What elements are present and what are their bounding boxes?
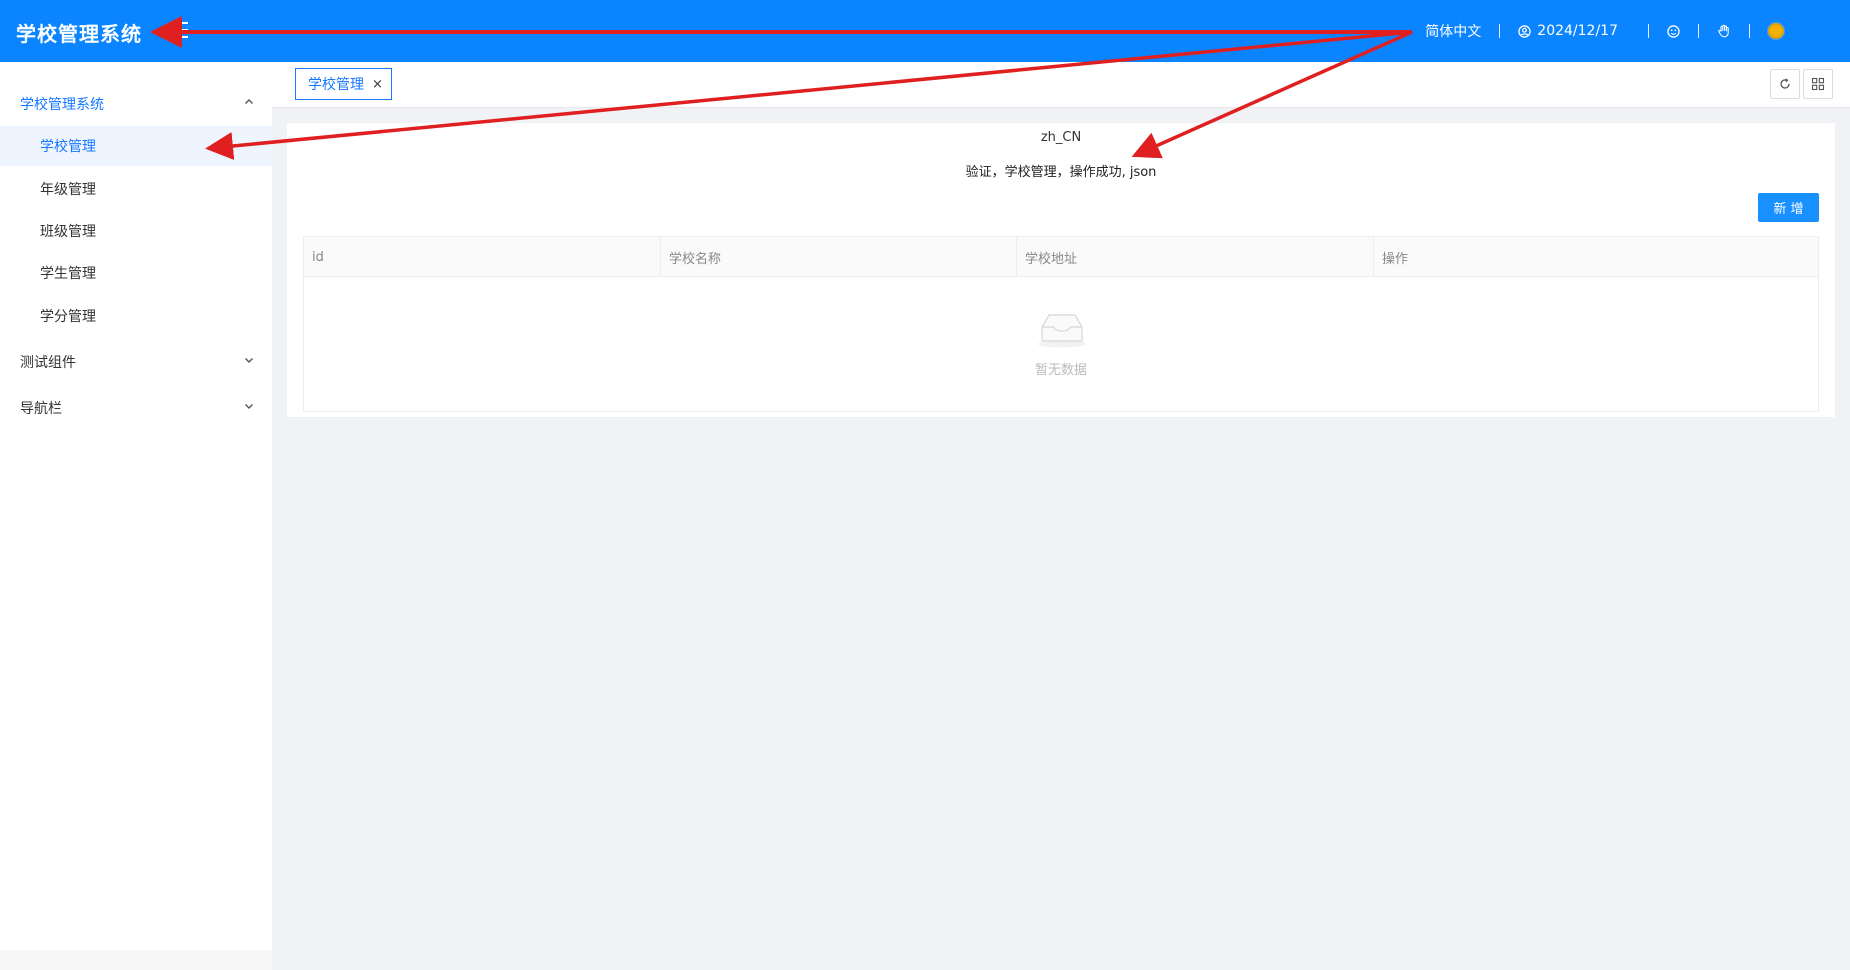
school-table: id 学校名称 学校地址 操作 暂无数据	[303, 236, 1819, 412]
tab-label: 学校管理	[308, 77, 364, 93]
submenu-label: 测试组件	[20, 355, 76, 371]
column-header-school-address[interactable]: 学校地址	[1017, 237, 1374, 277]
sun-icon	[1768, 23, 1784, 39]
sidebar-item-label: 学生管理	[40, 266, 96, 282]
add-button[interactable]: 新 增	[1758, 193, 1819, 222]
user-icon	[1518, 24, 1532, 38]
status-message: 验证，学校管理，操作成功, json	[965, 165, 1157, 180]
date-label: 2024/12/17	[1537, 23, 1618, 39]
chevron-up-icon	[245, 99, 253, 104]
sidebar-item-school[interactable]: 学校管理	[0, 126, 272, 166]
tabs-bar: 学校管理 ×	[272, 62, 1850, 108]
sidebar-item-credit[interactable]: 学分管理	[0, 296, 272, 336]
layout-button[interactable]	[1803, 69, 1833, 99]
column-header-school-name[interactable]: 学校名称	[661, 237, 1017, 277]
sidebar-footer	[0, 950, 272, 970]
sidebar-item-class[interactable]: 班级管理	[0, 211, 272, 251]
sidebar-menu: 学校管理系统 学校管理 年级管理 班级管理 学生管理 学分管理 测试组件 导航栏	[0, 62, 272, 432]
sidebar-item-grade[interactable]: 年级管理	[0, 169, 272, 209]
column-header-id[interactable]: id	[304, 237, 661, 277]
submenu-navbar[interactable]: 导航栏	[0, 388, 272, 428]
header-divider	[1749, 24, 1750, 38]
sidebar-item-label: 年级管理	[40, 182, 96, 198]
content-card: zh_CN 验证，学校管理，操作成功, json 新 增 id 学校名称 学校地…	[287, 123, 1835, 417]
submenu-school-system[interactable]: 学校管理系统	[0, 84, 272, 124]
inbox-icon	[1038, 314, 1086, 348]
close-icon[interactable]: ×	[372, 77, 383, 92]
submenu-label: 学校管理系统	[20, 97, 104, 113]
top-header: 学校管理系统 简体中文 2024/12/17	[0, 0, 1850, 62]
app-title: 学校管理系统	[16, 22, 142, 46]
column-header-actions[interactable]: 操作	[1374, 237, 1818, 277]
language-selector[interactable]: 简体中文	[1407, 21, 1499, 41]
sidebar-item-label: 学分管理	[40, 309, 96, 325]
hand-icon	[1718, 24, 1729, 38]
sidebar: 学校管理系统 学校管理 年级管理 班级管理 学生管理 学分管理 测试组件 导航栏	[0, 62, 272, 970]
submenu-test-components[interactable]: 测试组件	[0, 342, 272, 382]
tab-school-management[interactable]: 学校管理 ×	[295, 68, 392, 100]
hand-button[interactable]	[1699, 24, 1749, 38]
submenu-label: 导航栏	[20, 401, 62, 417]
refresh-button[interactable]	[1770, 69, 1800, 99]
sidebar-item-student[interactable]: 学生管理	[0, 253, 272, 293]
table-header: id 学校名称 学校地址 操作	[304, 237, 1818, 277]
smile-button[interactable]	[1649, 24, 1698, 38]
header-divider	[1499, 24, 1501, 38]
header-divider	[1648, 24, 1649, 38]
menu-fold-icon[interactable]	[172, 22, 190, 38]
sidebar-item-label: 学校管理	[40, 139, 96, 155]
refresh-icon	[1780, 78, 1790, 89]
header-toolbar: 简体中文 2024/12/17	[1407, 0, 1850, 62]
theme-toggle[interactable]	[1750, 23, 1850, 39]
header-divider	[1698, 24, 1699, 38]
user-date[interactable]: 2024/12/17	[1500, 23, 1636, 39]
empty-text: 暂无数据	[1034, 363, 1087, 378]
grid-icon	[1811, 77, 1825, 91]
smile-icon	[1667, 24, 1680, 38]
locale-label: zh_CN	[1040, 130, 1082, 145]
chevron-down-icon	[245, 404, 253, 409]
sidebar-item-label: 班级管理	[40, 224, 96, 240]
chevron-down-icon	[245, 358, 253, 363]
